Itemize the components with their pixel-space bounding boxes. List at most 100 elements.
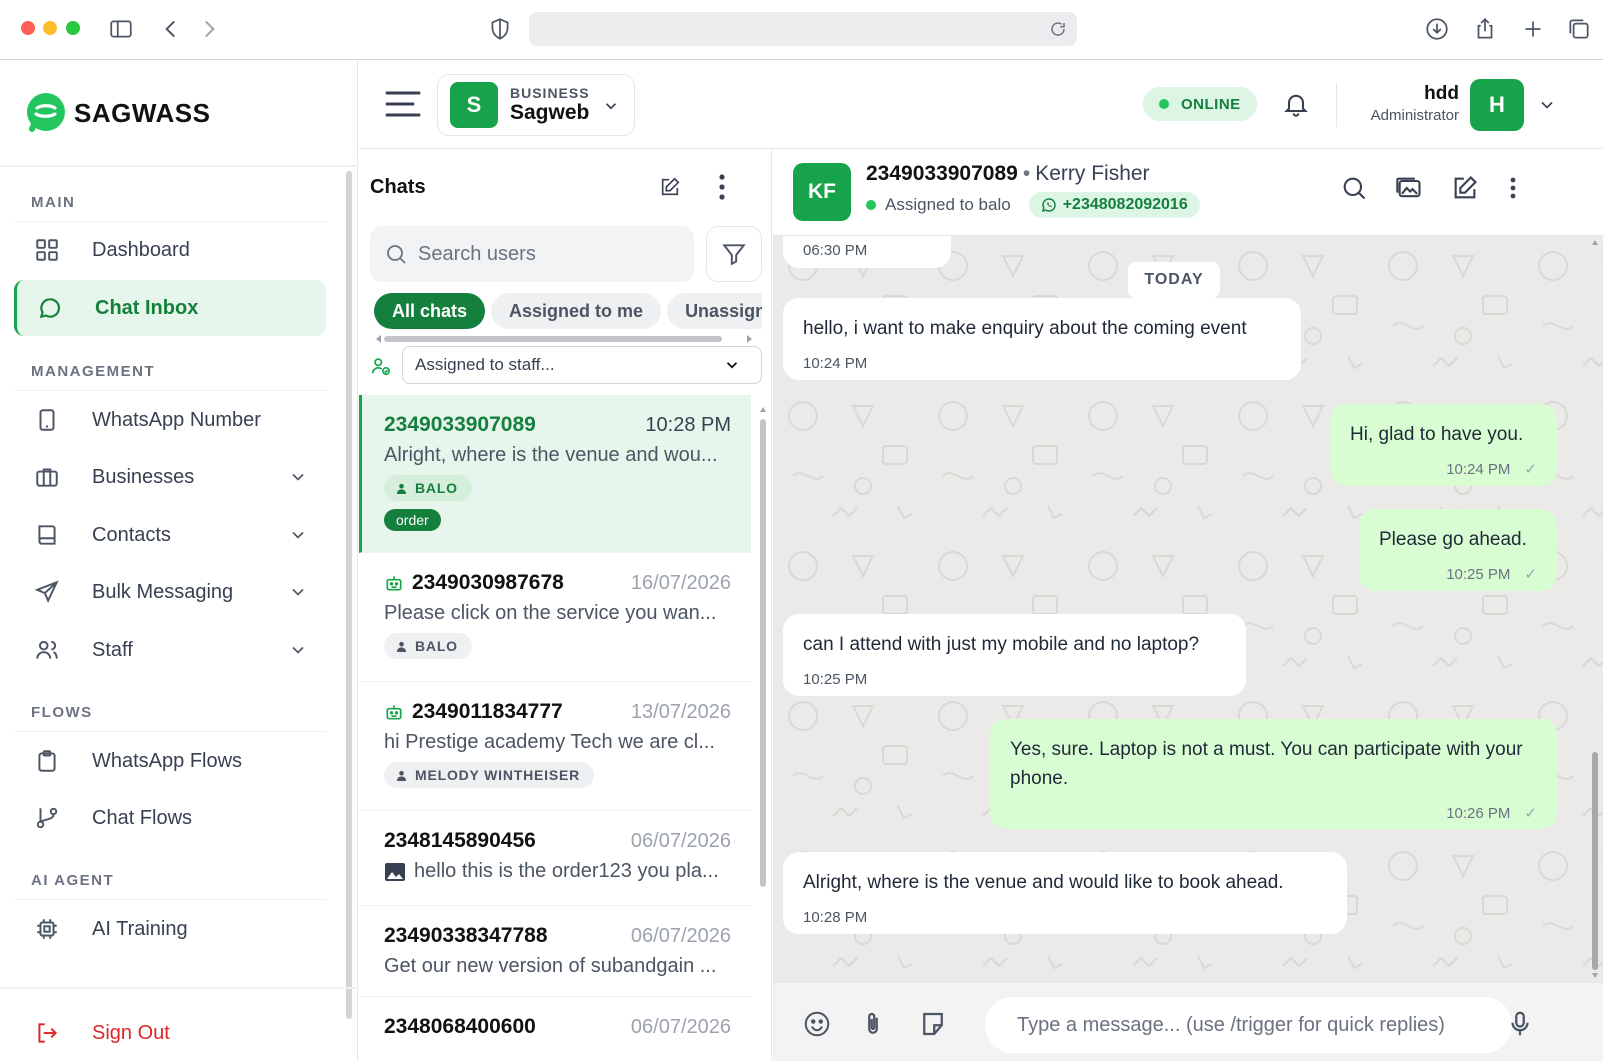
users-icon bbox=[34, 637, 60, 663]
sidebar-item-contacts[interactable]: Contacts bbox=[14, 507, 326, 563]
chat-time: 06/07/2026 bbox=[630, 1015, 731, 1038]
contact-avatar[interactable]: KF bbox=[793, 163, 851, 221]
chat-list-item[interactable]: 2349030987678 16/07/2026 Please click on… bbox=[359, 553, 751, 682]
tab-unassigned[interactable]: Unassigned bbox=[667, 293, 762, 329]
microphone-icon[interactable] bbox=[1505, 1009, 1535, 1039]
scrollbar-thumb[interactable] bbox=[384, 336, 722, 342]
chat-list-item[interactable]: 2348145890456 06/07/2026 hello this is t… bbox=[359, 811, 751, 906]
message-incoming[interactable]: 06:30 PM bbox=[783, 236, 951, 268]
sidebar-item-label: Contacts bbox=[92, 523, 171, 546]
message-incoming[interactable]: hello, i want to make enquiry about the … bbox=[783, 298, 1301, 380]
chevron-down-icon[interactable] bbox=[288, 640, 308, 660]
sidebar-item-ai-training[interactable]: AI Training bbox=[14, 901, 326, 957]
chevron-down-icon[interactable] bbox=[288, 582, 308, 602]
sidebar-item-chat-flows[interactable]: Chat Flows bbox=[14, 790, 326, 846]
tab-assigned-to-me[interactable]: Assigned to me bbox=[491, 293, 662, 329]
close-window-button[interactable] bbox=[21, 21, 35, 35]
message-incoming[interactable]: can I attend with just my mobile and no … bbox=[783, 614, 1246, 696]
sticker-icon[interactable] bbox=[918, 1009, 948, 1039]
maximize-window-button[interactable] bbox=[66, 21, 80, 35]
scroll-up-arrow-icon[interactable] bbox=[759, 405, 767, 413]
chat-list-item[interactable]: 23490338347788 06/07/2026 Get our new ve… bbox=[359, 906, 751, 997]
chat-number: 2349011834777 bbox=[412, 700, 563, 723]
share-icon[interactable] bbox=[1472, 16, 1498, 42]
sign-out-label: Sign Out bbox=[92, 1021, 170, 1044]
search-icon[interactable] bbox=[1340, 174, 1368, 202]
bot-icon bbox=[386, 576, 402, 591]
sidebar-item-whatsapp-flows[interactable]: WhatsApp Flows bbox=[14, 733, 326, 789]
attachment-icon[interactable] bbox=[858, 1009, 888, 1039]
new-tab-icon[interactable] bbox=[1520, 16, 1546, 42]
chat-list-scrollbar[interactable] bbox=[759, 405, 767, 1063]
more-vertical-icon[interactable] bbox=[1508, 174, 1518, 202]
message-scrollbar[interactable] bbox=[1590, 236, 1600, 982]
emoji-icon[interactable] bbox=[802, 1009, 832, 1039]
gallery-icon[interactable] bbox=[1395, 174, 1423, 202]
sidebar-item-dashboard[interactable]: Dashboard bbox=[14, 222, 326, 278]
section-main-label: MAIN bbox=[31, 194, 76, 211]
sidebar-toggle-icon[interactable] bbox=[108, 16, 134, 42]
whatsapp-number-badge[interactable]: +2348082092016 bbox=[1028, 192, 1200, 218]
avatar[interactable]: H bbox=[1470, 79, 1524, 131]
back-icon[interactable] bbox=[158, 16, 184, 42]
staff-filter-select[interactable]: Assigned to staff... bbox=[402, 346, 762, 384]
chat-number-wrap: 2349011834777 bbox=[384, 700, 563, 724]
message-outgoing[interactable]: Hi, glad to have you. 10:24 PM ✓ bbox=[1330, 404, 1557, 486]
scrollbar-thumb[interactable] bbox=[1592, 752, 1598, 970]
more-vertical-icon[interactable] bbox=[717, 172, 727, 202]
sign-out-button[interactable]: Sign Out bbox=[14, 1011, 326, 1055]
tabs-scrollbar[interactable] bbox=[374, 334, 754, 344]
scrollbar-thumb[interactable] bbox=[760, 419, 766, 887]
chevron-down-icon[interactable] bbox=[288, 525, 308, 545]
chevron-down-icon[interactable] bbox=[288, 467, 308, 487]
sidebar-item-bulk-messaging[interactable]: Bulk Messaging bbox=[14, 564, 326, 620]
address-bar[interactable] bbox=[529, 12, 1077, 46]
label-tag[interactable]: order bbox=[384, 509, 441, 531]
download-icon[interactable] bbox=[1424, 16, 1450, 42]
notification-bell-icon[interactable] bbox=[1282, 89, 1310, 119]
sidebar-item-whatsapp-number[interactable]: WhatsApp Number bbox=[14, 392, 326, 448]
search-input[interactable] bbox=[418, 242, 678, 266]
message-incoming[interactable]: Alright, where is the venue and would li… bbox=[783, 852, 1347, 934]
tab-overview-icon[interactable] bbox=[1566, 16, 1592, 42]
status-badge[interactable]: ONLINE bbox=[1143, 87, 1257, 121]
section-ai-agent-label: AI AGENT bbox=[31, 872, 115, 889]
edit-icon[interactable] bbox=[1451, 174, 1479, 202]
user-check-icon bbox=[370, 355, 392, 377]
message-outgoing[interactable]: Yes, sure. Laptop is not a must. You can… bbox=[990, 719, 1557, 829]
chevron-down-icon[interactable] bbox=[1537, 95, 1557, 115]
sidebar-scrollbar[interactable] bbox=[346, 171, 352, 1019]
menu-icon[interactable] bbox=[385, 89, 421, 119]
scroll-up-arrow-icon[interactable] bbox=[1591, 238, 1599, 246]
business-switcher[interactable]: S BUSINESS Sagweb bbox=[437, 74, 635, 136]
section-divider bbox=[14, 731, 326, 732]
brand-logo[interactable]: SAGWASS bbox=[24, 91, 210, 135]
new-chat-icon[interactable] bbox=[659, 176, 681, 198]
chat-list-item[interactable]: 2349011834777 13/07/2026 hi Prestige aca… bbox=[359, 682, 751, 811]
conversation-title: 2349033907089 • Kerry Fisher bbox=[866, 162, 1150, 186]
scroll-down-arrow-icon[interactable] bbox=[1591, 972, 1599, 980]
chat-preview: hello this is the order123 you pla... bbox=[414, 860, 719, 882]
tab-all-chats[interactable]: All chats bbox=[374, 293, 486, 329]
sidebar-item-label: Chat Flows bbox=[92, 806, 193, 829]
scroll-right-arrow-icon[interactable] bbox=[746, 334, 754, 344]
title-separator: • bbox=[1022, 162, 1031, 185]
filter-button[interactable] bbox=[706, 226, 762, 282]
sidebar-item-businesses[interactable]: Businesses bbox=[14, 449, 326, 505]
message-input[interactable] bbox=[985, 997, 1512, 1053]
chat-list-item[interactable]: 2349033907089 10:28 PM Alright, where is… bbox=[359, 395, 751, 553]
shield-icon[interactable] bbox=[487, 16, 513, 42]
user-info[interactable]: hdd Administrator bbox=[1329, 83, 1459, 124]
reload-icon[interactable] bbox=[1049, 20, 1067, 38]
sidebar-item-staff[interactable]: Staff bbox=[14, 622, 326, 678]
sidebar-item-chat-inbox[interactable]: Chat Inbox bbox=[14, 280, 326, 336]
chevron-down-icon bbox=[723, 356, 741, 374]
forward-icon[interactable] bbox=[196, 16, 222, 42]
message-area[interactable]: 06:30 PM TODAY hello, i want to make enq… bbox=[773, 236, 1603, 982]
minimize-window-button[interactable] bbox=[43, 21, 57, 35]
chat-list-item[interactable]: 2348068400600 06/07/2026 bbox=[359, 997, 751, 1061]
scroll-left-arrow-icon[interactable] bbox=[374, 334, 382, 344]
search-box[interactable] bbox=[370, 226, 694, 282]
message-outgoing[interactable]: Please go ahead. 10:25 PM ✓ bbox=[1359, 509, 1557, 591]
whatsapp-icon bbox=[1041, 198, 1056, 213]
